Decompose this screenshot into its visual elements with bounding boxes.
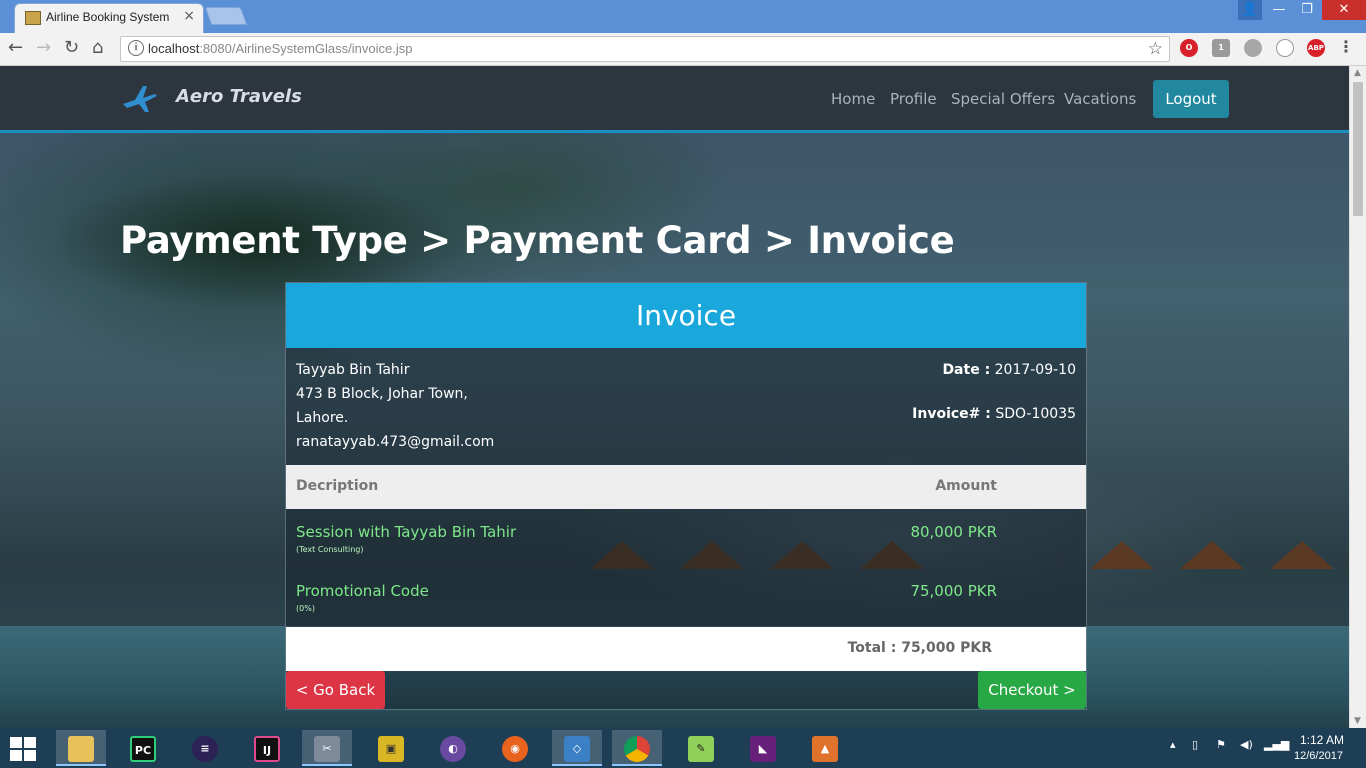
browser-titlebar: Airline Booking System × 👤 — ❐ ✕ (0, 0, 1366, 33)
item-sub: (Text Consulting) (296, 545, 364, 554)
site-navbar: Aero Travels Home Profile Special Offers… (0, 66, 1349, 133)
circle-icon[interactable] (1276, 39, 1294, 57)
tray-network-icon[interactable]: ⚑ (1216, 738, 1226, 751)
close-window-button[interactable]: ✕ (1322, 0, 1366, 20)
brand-name[interactable]: Aero Travels (176, 86, 302, 107)
airplane-icon[interactable] (121, 82, 159, 116)
new-tab-button[interactable] (204, 7, 248, 25)
menu-icon[interactable]: ⋮ (1338, 37, 1354, 57)
checkout-button[interactable]: Checkout > (978, 671, 1086, 709)
scroll-thumb[interactable] (1353, 82, 1363, 216)
item-sub: (0%) (296, 604, 315, 613)
invoice-heading: Invoice (635, 299, 737, 332)
chrome-icon[interactable] (612, 730, 662, 766)
invoice-table-header: Decription Amount (286, 465, 1086, 509)
billing-name: Tayyab Bin Tahir (296, 362, 410, 378)
nav-home[interactable]: Home (831, 90, 875, 108)
tab-title: Airline Booking System (46, 10, 170, 24)
nav-special-offers[interactable]: Special Offers (951, 90, 1055, 108)
eclipse-icon[interactable]: ≡ (180, 730, 230, 766)
file-explorer-icon[interactable] (56, 730, 106, 766)
item-name: Session with Tayyab Bin Tahir (296, 523, 517, 541)
bookmark-star-icon[interactable]: ☆ (1148, 39, 1163, 59)
item-amount: 75,000 PKR (910, 582, 997, 600)
opera-icon[interactable]: O (1180, 39, 1198, 57)
nav-vacations[interactable]: Vacations (1064, 90, 1136, 108)
scroll-down-icon[interactable]: ▼ (1354, 716, 1361, 726)
vmware-icon[interactable]: ▣ (366, 730, 416, 766)
info-icon[interactable]: i (128, 40, 144, 56)
date-value: 2017-09-10 (994, 362, 1076, 378)
user-icon[interactable]: 👤 (1238, 0, 1262, 20)
browser-tab[interactable]: Airline Booking System × (14, 3, 204, 33)
home-icon[interactable]: ⌂ (92, 37, 103, 58)
tray-chevron-icon[interactable]: ▴ (1170, 738, 1176, 751)
hut-roof (1090, 541, 1154, 569)
virtualbox-icon[interactable]: ◇ (552, 730, 602, 766)
hut-roof (1270, 541, 1334, 569)
minimize-button[interactable]: — (1266, 0, 1292, 20)
column-description: Decription (296, 478, 379, 494)
forward-arrow-icon[interactable]: → (36, 37, 51, 58)
pycharm-icon[interactable]: PC (118, 730, 168, 766)
total-row: Total : 75,000 PKR (286, 627, 1086, 671)
billing-email: ranatayyab.473@gmail.com (296, 434, 495, 450)
page-scrollbar[interactable]: ▲ ▼ (1349, 66, 1366, 728)
clock-time[interactable]: 1:12 AM (1300, 733, 1344, 747)
invoice-card: Invoice Tayyab Bin Tahir 473 B Block, Jo… (285, 282, 1087, 710)
notepadpp-icon[interactable]: ✎ (676, 730, 726, 766)
cloud-icon[interactable] (1244, 39, 1262, 57)
nav-profile[interactable]: Profile (890, 90, 937, 108)
column-amount: Amount (935, 478, 997, 494)
hut-roof (1180, 541, 1244, 569)
item-name: Promotional Code (296, 582, 429, 600)
maximize-button[interactable]: ❐ (1294, 0, 1320, 20)
clock-date[interactable]: 12/6/2017 (1294, 750, 1343, 762)
windows-taskbar: PC ≡ IJ ✂ ▣ ◐ ◉ ◇ ✎ ◣ ▲ ▴ ▯ ⚑ ◀) ▂▄▆ 1:1… (0, 728, 1366, 768)
invoice-number-value: SDO-10035 (995, 406, 1076, 422)
back-arrow-icon[interactable]: ← (8, 37, 23, 58)
address-bar[interactable]: i localhost:8080/AirlineSystemGlass/invo… (120, 36, 1170, 62)
go-back-button[interactable]: < Go Back (286, 671, 385, 709)
logout-button[interactable]: Logout (1153, 80, 1229, 118)
shield-icon[interactable]: 1 (1212, 39, 1230, 57)
tray-signal-icon[interactable]: ▂▄▆ (1264, 738, 1289, 751)
abp-icon[interactable]: ABP (1307, 39, 1325, 57)
total-amount: Total : 75,000 PKR (847, 640, 992, 656)
tray-volume-icon[interactable]: ◀) (1240, 738, 1253, 751)
browser-toolbar: ← → ↻ ⌂ i localhost:8080/AirlineSystemGl… (0, 33, 1366, 66)
windows-start-icon[interactable] (10, 737, 36, 761)
favicon-icon (25, 11, 41, 25)
tab-close-icon[interactable]: × (183, 8, 195, 24)
reload-icon[interactable]: ↻ (64, 37, 79, 58)
invoice-date: Date : 2017-09-10 (942, 362, 1076, 378)
tray-device-icon[interactable]: ▯ (1192, 738, 1198, 751)
firefox-icon[interactable]: ◉ (490, 730, 540, 766)
intellij-icon[interactable]: IJ (242, 730, 292, 766)
scroll-up-icon[interactable]: ▲ (1354, 68, 1361, 78)
tools-icon[interactable]: ✂ (302, 730, 352, 766)
page-viewport: Aero Travels Home Profile Special Offers… (0, 66, 1349, 728)
date-label: Date : (942, 362, 991, 378)
invoice-number: Invoice# : SDO-10035 (912, 406, 1076, 422)
matlab-icon[interactable]: ▲ (800, 730, 850, 766)
billing-address-line1: 473 B Block, Johar Town, (296, 386, 468, 402)
page-title: Payment Type > Payment Card > Invoice (120, 219, 955, 262)
visual-studio-icon[interactable]: ◣ (738, 730, 788, 766)
invoice-header: Invoice (286, 283, 1086, 348)
url-text[interactable]: localhost:8080/AirlineSystemGlass/invoic… (148, 41, 412, 56)
item-amount: 80,000 PKR (910, 523, 997, 541)
invoice-number-label: Invoice# : (912, 406, 991, 422)
billing-address-line2: Lahore. (296, 410, 349, 426)
tor-icon[interactable]: ◐ (428, 730, 478, 766)
